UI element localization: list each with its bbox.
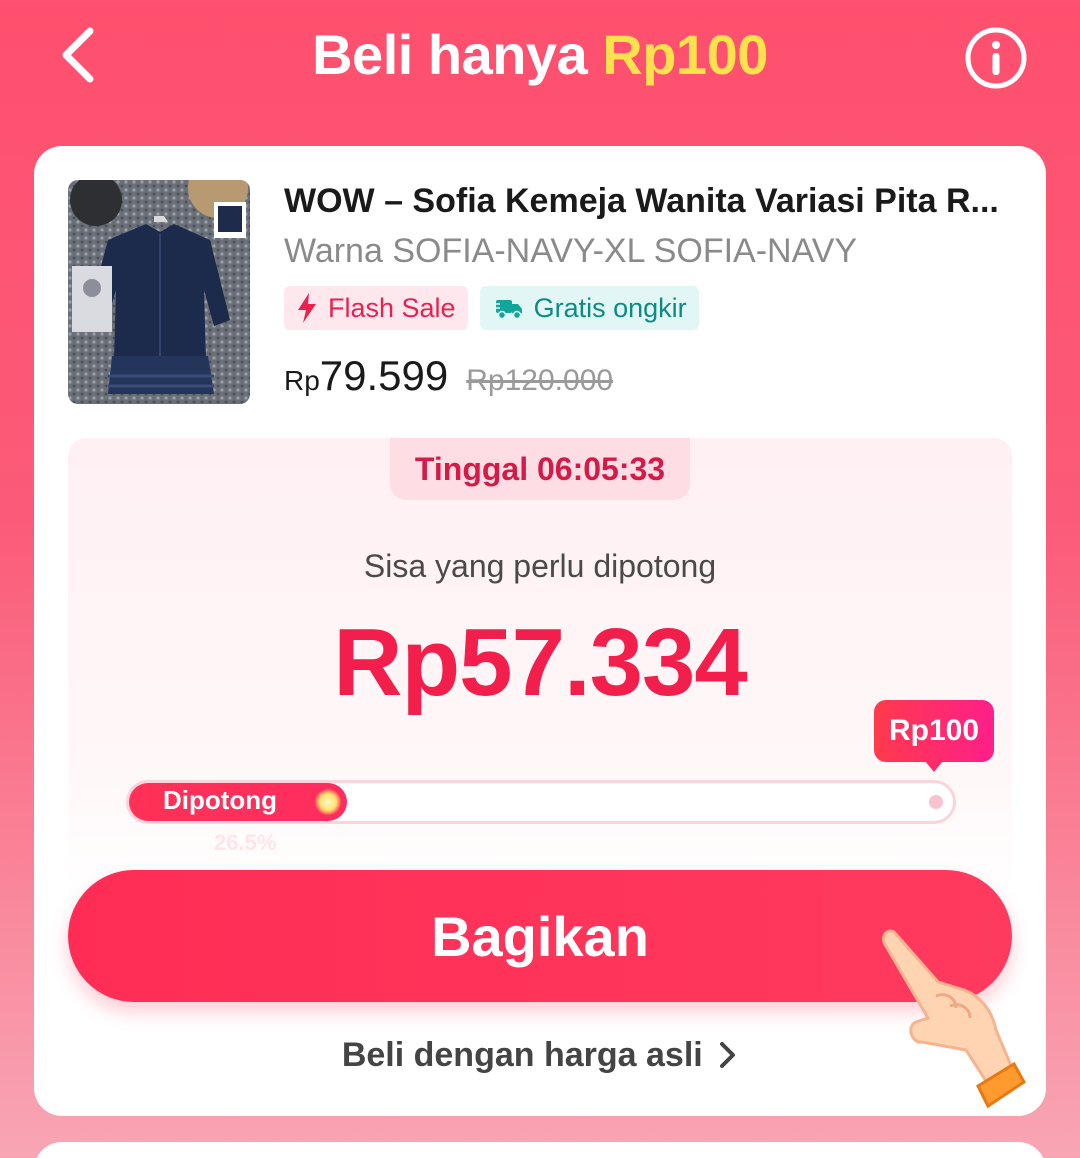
lightning-icon [298,293,316,323]
product-name[interactable]: WOW – Sofia Kemeja Wanita Variasi Pita R… [284,182,1014,221]
remaining-label: Sisa yang perlu dipotong [363,548,717,584]
free-shipping-badge: Gratis ongkir [479,286,699,330]
countdown-timer: Tinggal 06:05:33 [390,438,690,500]
goal-price-bubble: Rp100 [874,700,994,772]
sparkle-icon [315,789,341,815]
buy-original-price-link[interactable]: Beli dengan harga asli [34,1036,1046,1075]
share-button[interactable]: Bagikan [68,870,1012,1002]
product-tags: Flash Sale Gratis ongkir [284,286,699,330]
price-current: 79.599 [319,352,449,399]
flash-sale-badge: Flash Sale [284,286,468,330]
price-original: Rp120.000 [466,364,614,397]
product-variant: Warna SOFIA-NAVY-XL SOFIA-NAVY [284,232,858,270]
header: Beli hanya Rp100 [0,0,1080,110]
page-title-price: Rp100 [602,23,768,86]
progress-label: Dipotong [163,785,278,815]
page-title: Beli hanya Rp100 [0,22,1080,87]
product-card: WOW – Sofia Kemeja Wanita Variasi Pita R… [34,146,1046,1116]
progress-bar: Dipotong [126,780,956,824]
info-button[interactable] [964,26,1028,90]
truck-icon [491,300,522,320]
price-currency: Rp [284,365,320,396]
price-row: Rp 79.599 Rp120.000 [284,352,613,400]
blouse-image [68,180,250,404]
pointing-hand-icon [876,926,1026,1116]
product-image[interactable] [68,180,250,404]
buy-original-label: Beli dengan harga asli [341,1036,703,1074]
info-icon [965,27,1027,89]
page-title-text: Beli hanya [312,23,603,86]
flash-sale-label: Flash Sale [328,292,456,323]
free-shipping-label: Gratis ongkir [533,292,687,323]
cut-price-panel: Tinggal 06:05:33 Sisa yang perlu dipoton… [68,438,1012,898]
progress-end-dot [929,795,943,809]
chevron-right-icon [720,1042,736,1068]
progress-percent: 26.5% [214,830,277,855]
remaining-amount: Rp57.334 [333,609,748,716]
next-section-card [34,1142,1046,1158]
